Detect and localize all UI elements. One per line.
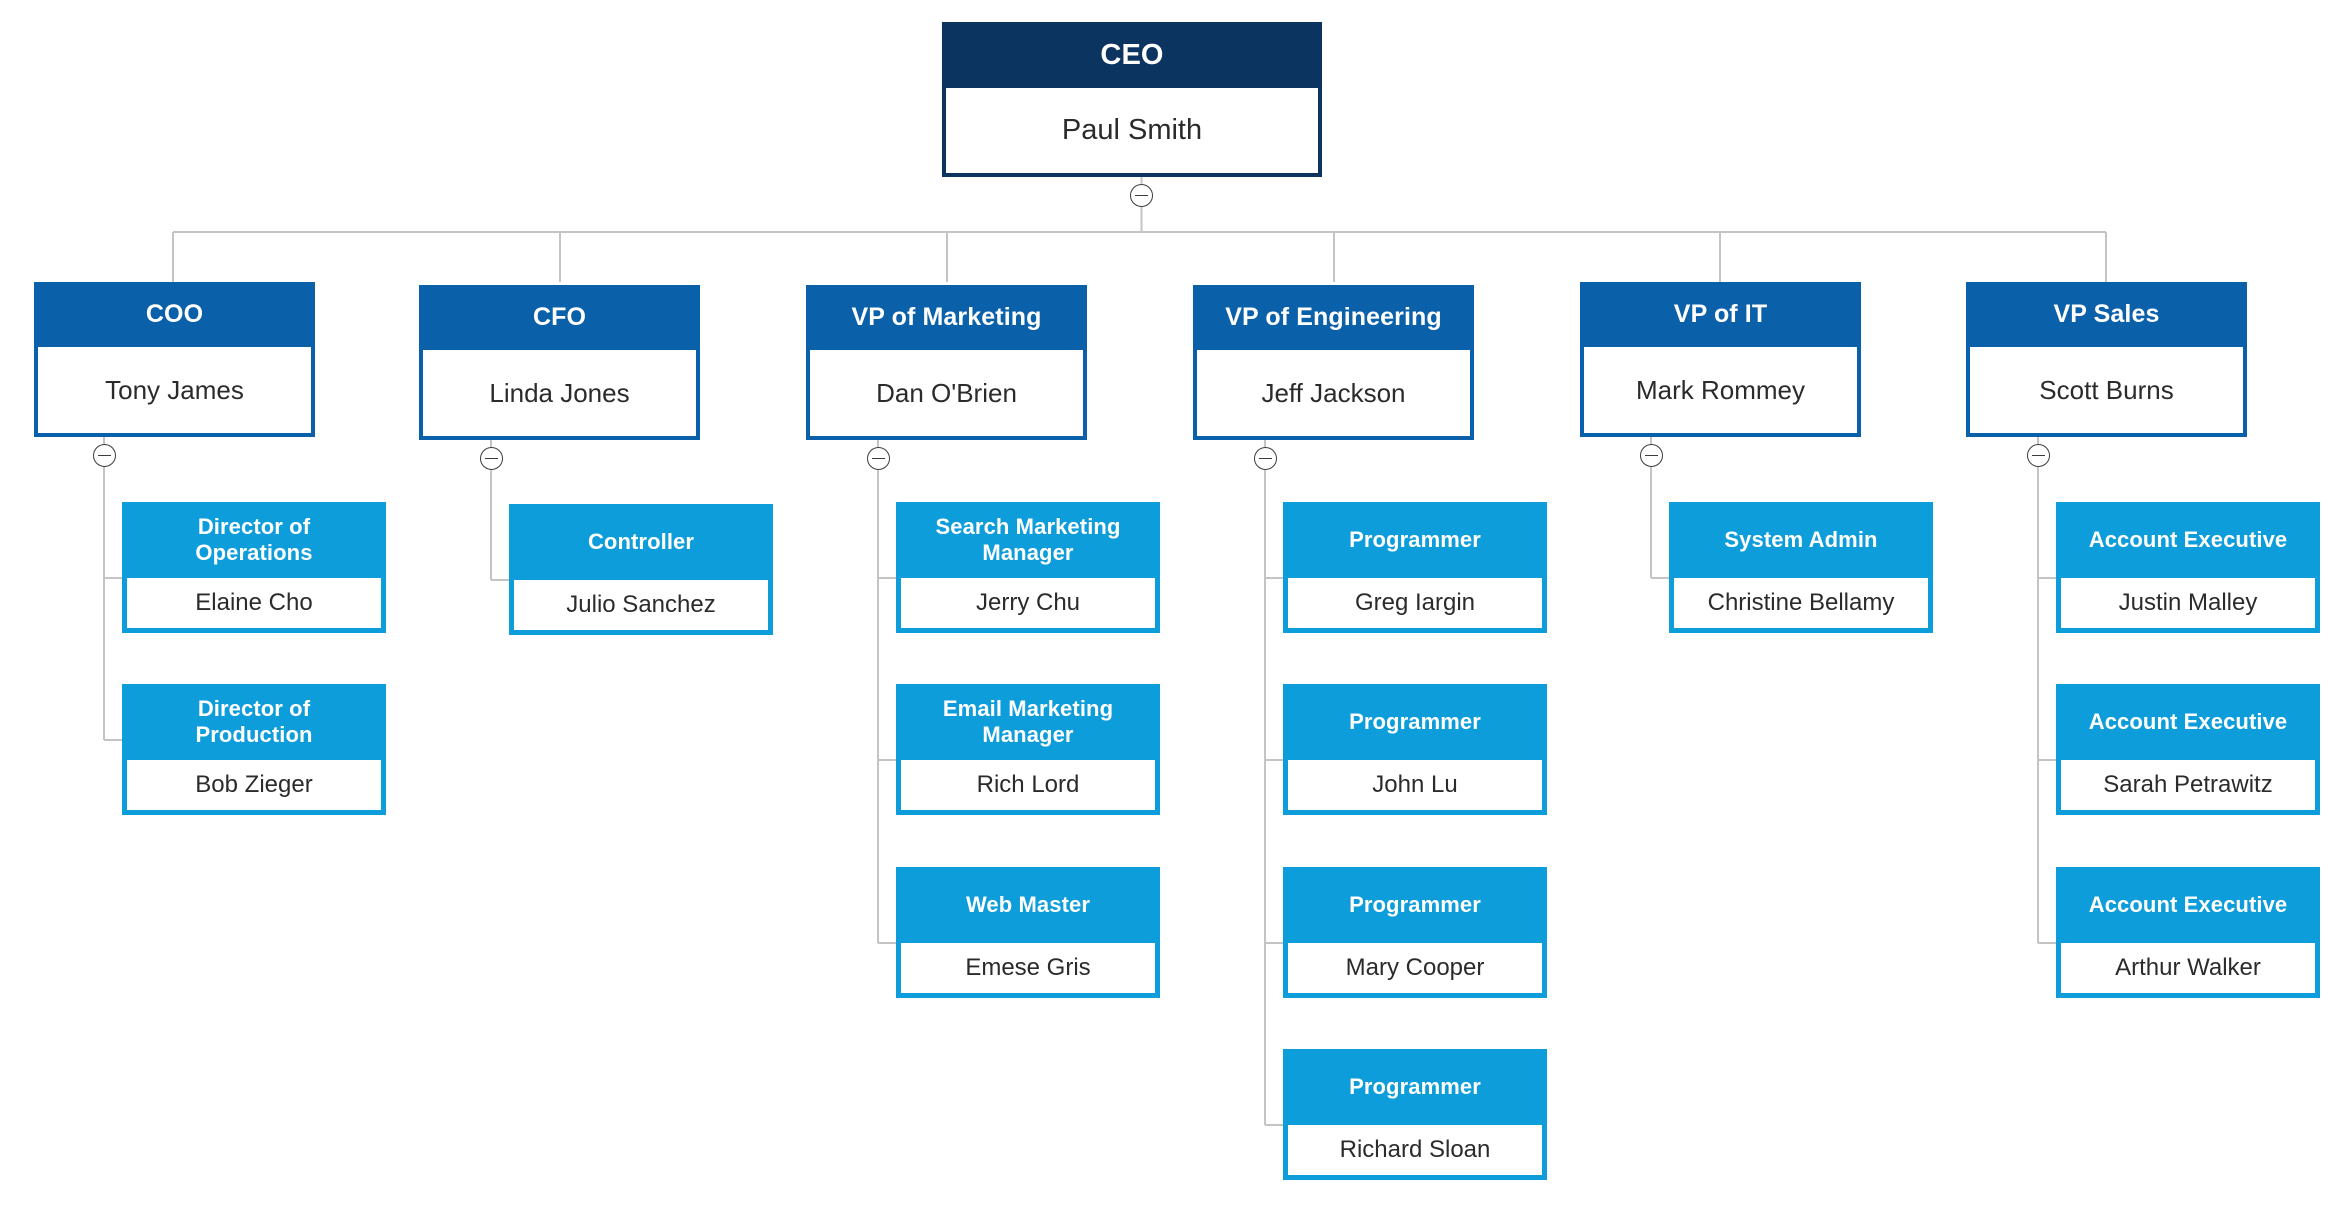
node-name: Emese Gris (901, 943, 1155, 993)
node-title: Account Executive (2061, 684, 2315, 760)
node-programmer-4[interactable]: Programmer Richard Sloan (1283, 1049, 1547, 1180)
node-title: Search Marketing Manager (901, 502, 1155, 578)
node-title: Director of Operations (127, 502, 381, 578)
node-name: Elaine Cho (127, 578, 381, 628)
node-vp-sales[interactable]: VP Sales Scott Burns (1966, 282, 2247, 437)
node-title: Programmer (1288, 1049, 1542, 1125)
node-name: Julio Sanchez (514, 580, 768, 630)
node-title: Controller (514, 504, 768, 580)
node-account-executive-1[interactable]: Account Executive Justin Malley (2056, 502, 2320, 633)
node-title: CFO (423, 285, 696, 350)
node-title: CEO (946, 22, 1318, 88)
node-name: Jeff Jackson (1197, 350, 1470, 436)
node-vp-marketing[interactable]: VP of Marketing Dan O'Brien (806, 285, 1087, 440)
node-name: Justin Malley (2061, 578, 2315, 628)
collapse-toggle-cfo[interactable] (480, 447, 503, 470)
node-title: VP of IT (1584, 282, 1857, 347)
node-title: System Admin (1674, 502, 1928, 578)
node-name: Sarah Petrawitz (2061, 760, 2315, 810)
node-title: COO (38, 282, 311, 347)
node-account-executive-2[interactable]: Account Executive Sarah Petrawitz (2056, 684, 2320, 815)
node-web-master[interactable]: Web Master Emese Gris (896, 867, 1160, 998)
node-name: John Lu (1288, 760, 1542, 810)
node-title: Programmer (1288, 502, 1542, 578)
collapse-toggle-vp-it[interactable] (1640, 444, 1663, 467)
node-coo[interactable]: COO Tony James (34, 282, 315, 437)
node-search-marketing-manager[interactable]: Search Marketing Manager Jerry Chu (896, 502, 1160, 633)
node-system-admin[interactable]: System Admin Christine Bellamy (1669, 502, 1933, 633)
node-name: Christine Bellamy (1674, 578, 1928, 628)
node-title: VP of Marketing (810, 285, 1083, 350)
node-title: Programmer (1288, 867, 1542, 943)
node-title: Account Executive (2061, 867, 2315, 943)
node-controller[interactable]: Controller Julio Sanchez (509, 504, 773, 635)
node-name: Paul Smith (946, 88, 1318, 173)
node-name: Dan O'Brien (810, 350, 1083, 436)
node-title: VP Sales (1970, 282, 2243, 347)
node-title: Web Master (901, 867, 1155, 943)
org-chart-canvas: CEO Paul Smith COO Tony James CFO Linda … (0, 0, 2328, 1220)
node-name: Greg Iargin (1288, 578, 1542, 628)
collapse-toggle-ceo[interactable] (1130, 184, 1153, 207)
node-name: Rich Lord (901, 760, 1155, 810)
node-programmer-2[interactable]: Programmer John Lu (1283, 684, 1547, 815)
node-title: Programmer (1288, 684, 1542, 760)
node-title: Account Executive (2061, 502, 2315, 578)
node-programmer-3[interactable]: Programmer Mary Cooper (1283, 867, 1547, 998)
node-email-marketing-manager[interactable]: Email Marketing Manager Rich Lord (896, 684, 1160, 815)
node-ceo[interactable]: CEO Paul Smith (942, 22, 1322, 177)
node-dir-ops[interactable]: Director of Operations Elaine Cho (122, 502, 386, 633)
node-cfo[interactable]: CFO Linda Jones (419, 285, 700, 440)
node-name: Mark Rommey (1584, 347, 1857, 433)
collapse-toggle-vp-sales[interactable] (2027, 444, 2050, 467)
node-account-executive-3[interactable]: Account Executive Arthur Walker (2056, 867, 2320, 998)
node-name: Linda Jones (423, 350, 696, 436)
node-name: Arthur Walker (2061, 943, 2315, 993)
collapse-toggle-vp-engineering[interactable] (1254, 447, 1277, 470)
node-name: Jerry Chu (901, 578, 1155, 628)
collapse-toggle-vp-marketing[interactable] (867, 447, 890, 470)
node-name: Richard Sloan (1288, 1125, 1542, 1175)
node-vp-engineering[interactable]: VP of Engineering Jeff Jackson (1193, 285, 1474, 440)
node-name: Bob Zieger (127, 760, 381, 810)
node-title: Email Marketing Manager (901, 684, 1155, 760)
node-programmer-1[interactable]: Programmer Greg Iargin (1283, 502, 1547, 633)
node-title: Director of Production (127, 684, 381, 760)
node-title: VP of Engineering (1197, 285, 1470, 350)
collapse-toggle-coo[interactable] (93, 444, 116, 467)
node-name: Scott Burns (1970, 347, 2243, 433)
node-dir-production[interactable]: Director of Production Bob Zieger (122, 684, 386, 815)
node-name: Tony James (38, 347, 311, 433)
node-name: Mary Cooper (1288, 943, 1542, 993)
node-vp-it[interactable]: VP of IT Mark Rommey (1580, 282, 1861, 437)
